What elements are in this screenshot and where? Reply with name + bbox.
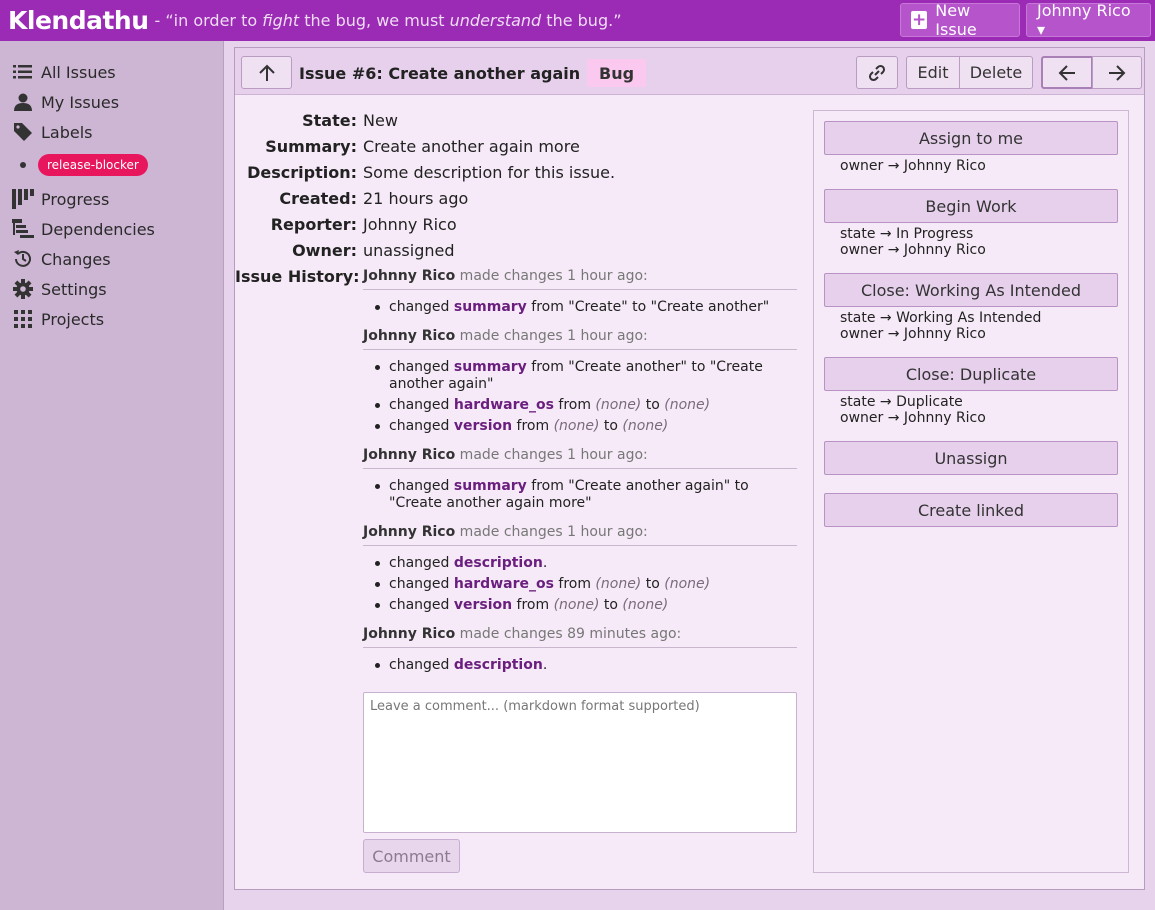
person-icon	[12, 92, 34, 112]
previous-issue-button[interactable]	[1041, 56, 1093, 89]
issue-type-badge: Bug	[587, 59, 647, 87]
link-icon	[868, 64, 886, 81]
history-change: changed summary from "Create" to "Create…	[375, 299, 799, 316]
sidebar-item-labels[interactable]: Labels	[12, 120, 93, 144]
issue-title: Issue #6: Create another again more	[299, 64, 633, 83]
sidebar: All Issues My Issues Labels release-bloc…	[0, 41, 224, 910]
dependencies-icon	[12, 219, 34, 239]
history-entry-header: Johnny Rico made changes 1 hour ago:	[363, 328, 797, 350]
edit-button[interactable]: Edit	[906, 56, 960, 89]
arrow-right-icon	[1109, 64, 1126, 81]
sidebar-item-my-issues[interactable]: My Issues	[12, 90, 119, 114]
arrow-up-icon	[258, 64, 275, 81]
tag-icon	[12, 122, 34, 142]
action-effect: owner → Johnny Rico	[840, 326, 986, 342]
comment-input[interactable]	[363, 692, 797, 833]
begin-work-button[interactable]: Begin Work	[824, 189, 1118, 223]
sidebar-item-settings[interactable]: Settings	[12, 277, 107, 301]
history-entry-header: Johnny Rico made changes 1 hour ago:	[363, 524, 797, 546]
gear-icon	[12, 279, 34, 299]
issue-toolbar: Issue #6: Create another again more Bug …	[235, 48, 1144, 95]
close-duplicate-button[interactable]: Close: Duplicate	[824, 357, 1118, 391]
list-icon	[12, 62, 34, 82]
action-effect: owner → Johnny Rico	[840, 158, 986, 174]
app-tagline: - “in order to fight the bug, we must un…	[154, 11, 622, 30]
top-bar: Klendathu - “in order to fight the bug, …	[0, 0, 1155, 41]
user-menu-button[interactable]: Johnny Rico ▾	[1026, 1, 1151, 39]
kanban-icon	[12, 189, 34, 209]
sidebar-item-changes[interactable]: Changes	[12, 247, 111, 271]
history-change: changed hardware_os from (none) to (none…	[375, 397, 799, 414]
history-entry-header: Johnny Rico made changes 89 minutes ago:	[363, 626, 797, 648]
plus-icon: +	[911, 9, 928, 30]
label-release-blocker[interactable]: release-blocker	[38, 154, 148, 176]
sidebar-item-dependencies[interactable]: Dependencies	[12, 217, 155, 241]
next-issue-button[interactable]	[1092, 56, 1142, 89]
close-working-as-intended-button[interactable]: Close: Working As Intended	[824, 273, 1118, 307]
sidebar-item-projects[interactable]: Projects	[12, 307, 104, 331]
history-change: changed description.	[375, 555, 799, 572]
history-change: changed description.	[375, 657, 799, 674]
history-change: changed summary from "Create another aga…	[375, 478, 799, 512]
issue-detail-panel: Issue #6: Create another again more Bug …	[234, 47, 1145, 890]
action-effect: owner → Johnny Rico	[840, 242, 986, 258]
action-effect: owner → Johnny Rico	[840, 410, 986, 426]
delete-button[interactable]: Delete	[959, 56, 1033, 89]
copy-link-button[interactable]	[856, 56, 898, 89]
history-change: changed hardware_os from (none) to (none…	[375, 576, 799, 593]
bullet	[20, 162, 26, 168]
history-icon	[12, 249, 34, 269]
comment-button[interactable]: Comment	[363, 839, 460, 873]
grid-icon	[12, 309, 34, 329]
history-entry-header: Johnny Rico made changes 1 hour ago:	[363, 447, 797, 469]
back-to-list-button[interactable]	[241, 56, 292, 89]
new-issue-button[interactable]: + New Issue	[900, 1, 1020, 39]
action-effect: state → In Progress	[840, 226, 974, 242]
app-brand[interactable]: Klendathu	[8, 6, 149, 35]
sidebar-item-progress[interactable]: Progress	[12, 187, 109, 211]
action-effect: state → Working As Intended	[840, 310, 1042, 326]
action-effect: state → Duplicate	[840, 394, 963, 410]
create-linked-button[interactable]: Create linked	[824, 493, 1118, 527]
history-change: changed version from (none) to (none)	[375, 597, 799, 614]
unassign-button[interactable]: Unassign	[824, 441, 1118, 475]
history-change: changed version from (none) to (none)	[375, 418, 799, 435]
history-entry-header: Johnny Rico made changes 1 hour ago:	[363, 268, 797, 290]
workflow-actions-panel: Assign to me owner → Johnny Rico Begin W…	[813, 110, 1129, 873]
assign-to-me-button[interactable]: Assign to me	[824, 121, 1118, 155]
arrow-left-icon	[1058, 64, 1075, 81]
history-change: changed summary from "Create another" to…	[375, 359, 799, 393]
sidebar-item-all-issues[interactable]: All Issues	[12, 60, 116, 84]
